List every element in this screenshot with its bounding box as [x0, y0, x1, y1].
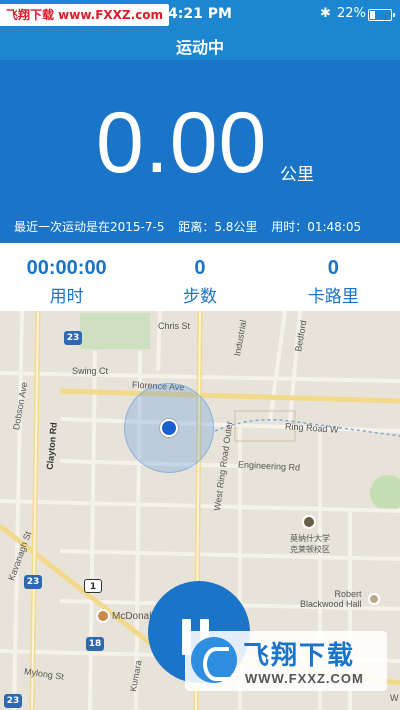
watermark-overlay: 飞翔下载 WWW.FXXZ.COM	[185, 631, 387, 691]
last-run-info: 最近一次运动是在2015-7-5 距离：5.8公里 用时：01:48:05	[14, 218, 371, 235]
route-shield: 1	[84, 579, 102, 593]
route-shield: 23	[4, 694, 22, 708]
stat-steps: 0 步数	[133, 243, 266, 311]
route-shield: 23	[64, 331, 82, 345]
map-view[interactable]: Chris St Swing Ct Florence Ave Dobson Av…	[0, 311, 400, 710]
stat-steps-value: 0	[194, 257, 206, 279]
stat-duration: 00:00:00 用时	[0, 243, 133, 311]
distance-unit: 公里	[280, 165, 314, 185]
stat-steps-label: 步数	[182, 287, 217, 307]
stat-duration-label: 用时	[49, 287, 84, 307]
nav-bar: 运动中	[0, 30, 400, 60]
fxxz-logo-icon	[191, 637, 237, 683]
map-label-robert-blackwood-hall: Robert Blackwood Hall	[300, 589, 362, 609]
university-poi-icon[interactable]	[302, 515, 316, 529]
map-label-w: W	[390, 693, 399, 703]
stat-calories-label: 卡路里	[307, 287, 359, 307]
hall-poi-icon[interactable]	[368, 593, 380, 605]
map-label-swing-ct: Swing Ct	[72, 366, 109, 376]
page-title: 运动中	[175, 38, 224, 57]
map-label-mcdonalds: McDonal	[112, 611, 152, 622]
bluetooth-icon: ✱	[320, 6, 331, 21]
watermark-name: 飞翔下载	[243, 641, 356, 671]
distance-value: 0.00	[96, 95, 268, 191]
current-location-icon	[160, 419, 178, 437]
restaurant-poi-icon[interactable]	[96, 609, 110, 623]
map-label-chris-st: Chris St	[158, 321, 191, 331]
battery-icon	[368, 9, 395, 21]
stat-calories: 0 卡路里	[267, 243, 400, 311]
route-shield: 23	[24, 575, 42, 589]
last-run-distance: 距离：5.8公里	[178, 220, 258, 234]
distance-panel: 0.00 公里 最近一次运动是在2015-7-5 距离：5.8公里 用时：01:…	[0, 60, 400, 243]
map-label-university: 莫纳什大学 克莱顿校区	[290, 534, 330, 554]
battery-percent: 22%	[337, 6, 366, 21]
last-run-date: 最近一次运动是在2015-7-5	[14, 220, 165, 234]
stat-calories-value: 0	[327, 257, 339, 279]
stat-duration-value: 00:00:00	[26, 257, 107, 279]
status-bar: 飞翔下载 www.FXXZ.com 4:21 PM ✱ 22%	[0, 0, 400, 30]
stats-row: 00:00:00 用时 0 步数 0 卡路里	[0, 243, 400, 311]
watermark-url: WWW.FXXZ.COM	[245, 671, 364, 686]
route-shield: 18	[86, 637, 104, 651]
last-run-duration: 用时：01:48:05	[271, 220, 362, 234]
